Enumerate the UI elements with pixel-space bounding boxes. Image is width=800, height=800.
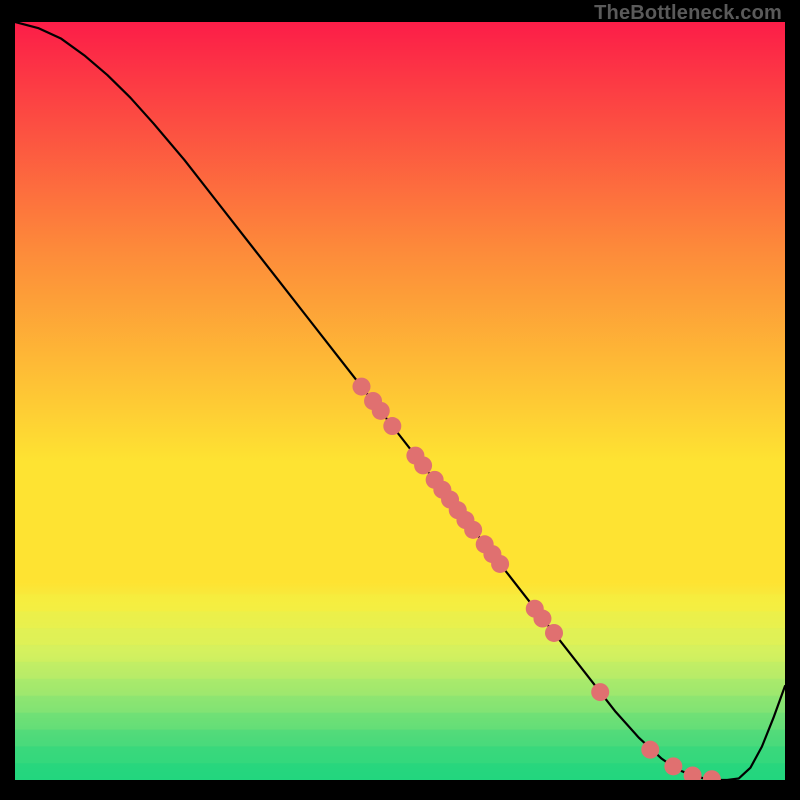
data-marker (383, 417, 401, 435)
data-marker (664, 757, 682, 775)
accent-bands (15, 594, 785, 780)
data-marker (491, 555, 509, 573)
data-marker (641, 741, 659, 759)
chart-frame: TheBottleneck.com (0, 0, 800, 800)
chart-svg (15, 22, 785, 780)
data-marker (414, 456, 432, 474)
data-marker (545, 624, 563, 642)
data-marker (464, 521, 482, 539)
data-marker (533, 610, 551, 628)
data-marker (372, 402, 390, 420)
data-marker (591, 683, 609, 701)
plot-area (15, 22, 785, 780)
data-marker (353, 378, 371, 396)
